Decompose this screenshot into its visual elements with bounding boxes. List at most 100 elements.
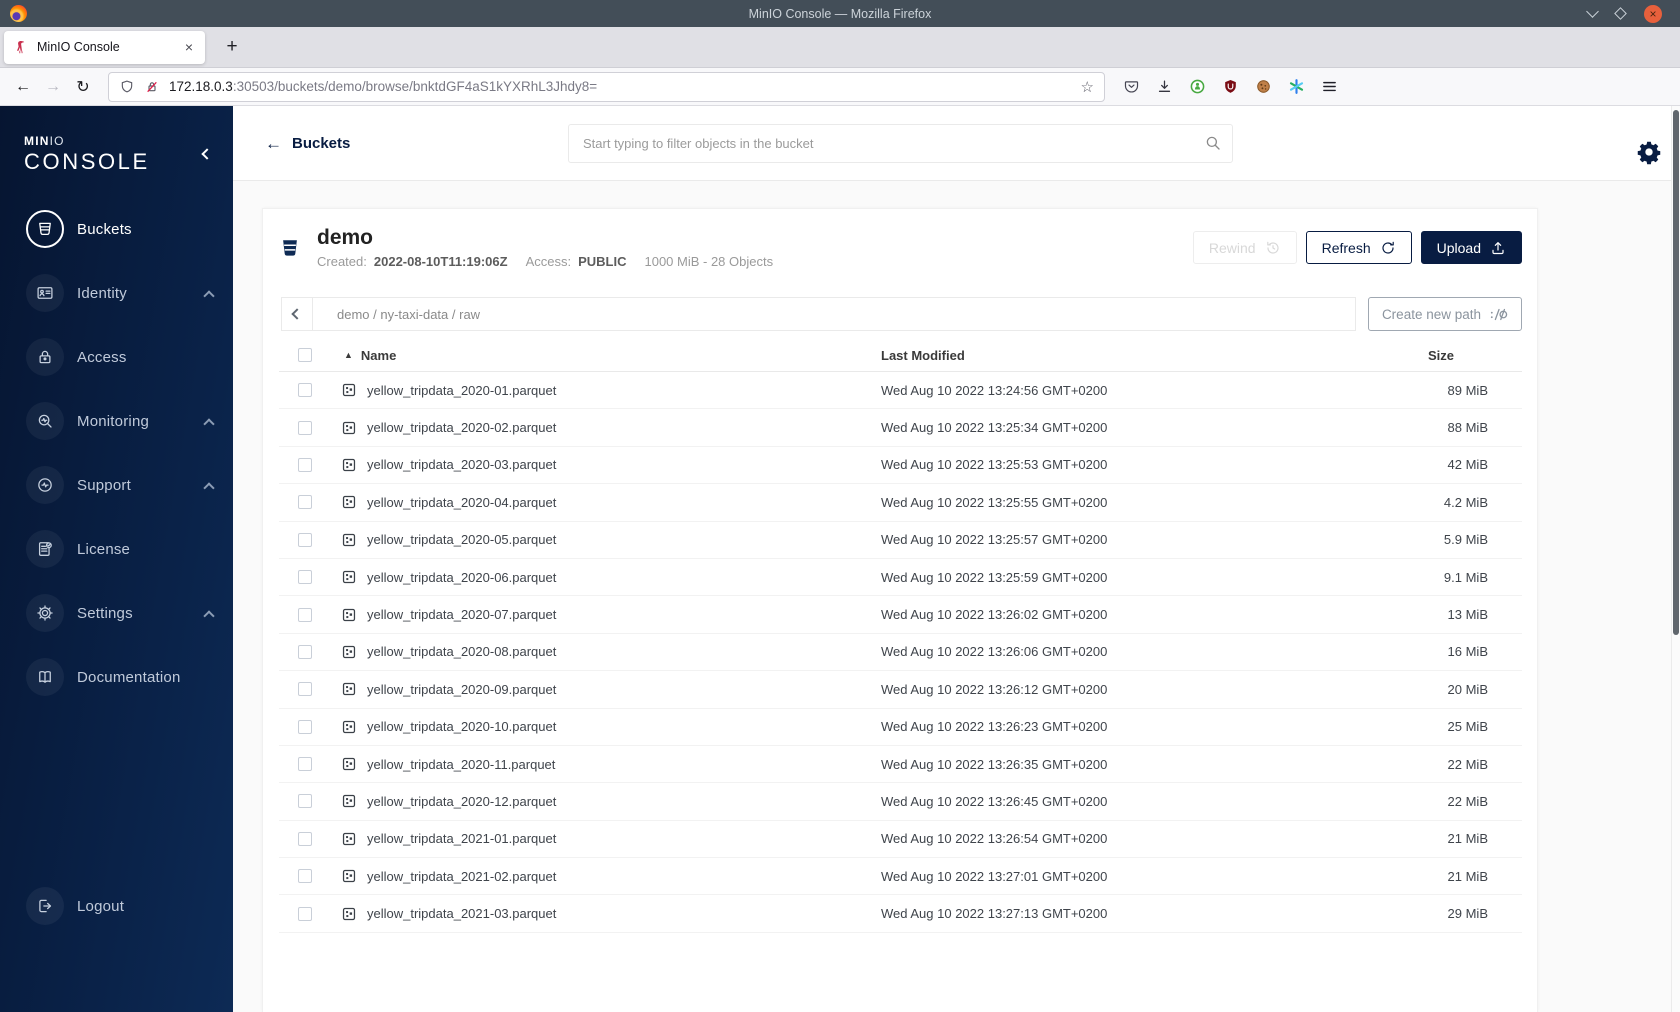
ublock-origin-icon[interactable] xyxy=(1222,78,1239,95)
row-checkbox[interactable] xyxy=(298,719,312,734)
object-name[interactable]: yellow_tripdata_2021-03.parquet xyxy=(367,906,556,921)
object-name[interactable]: yellow_tripdata_2020-02.parquet xyxy=(367,420,556,435)
breadcrumb[interactable]: demo / ny-taxi-data / raw xyxy=(313,307,480,322)
browser-tab[interactable]: MinIO Console × xyxy=(4,30,205,64)
upload-button[interactable]: Upload xyxy=(1420,231,1522,264)
path-back-button[interactable] xyxy=(282,298,313,330)
object-row[interactable]: yellow_tripdata_2020-02.parquet Wed Aug … xyxy=(279,409,1522,447)
object-row[interactable]: yellow_tripdata_2020-04.parquet Wed Aug … xyxy=(279,484,1522,522)
window-close-button[interactable]: × xyxy=(1644,4,1662,23)
sidebar-item-buckets[interactable]: Buckets xyxy=(0,197,233,261)
object-row[interactable]: yellow_tripdata_2020-07.parquet Wed Aug … xyxy=(279,596,1522,634)
column-header-modified[interactable]: Last Modified xyxy=(881,348,1425,363)
object-name[interactable]: yellow_tripdata_2020-12.parquet xyxy=(367,794,556,809)
sidebar-item-logout[interactable]: Logout xyxy=(0,874,233,938)
object-row[interactable]: yellow_tripdata_2020-06.parquet Wed Aug … xyxy=(279,559,1522,597)
row-checkbox[interactable] xyxy=(298,757,312,772)
cookie-extension-icon[interactable] xyxy=(1255,78,1272,95)
url-text[interactable]: 172.18.0.3:30503/buckets/demo/browse/bnk… xyxy=(169,79,1072,94)
tracking-shield-icon[interactable] xyxy=(119,79,135,95)
created-value: 2022-08-10T11:19:06Z xyxy=(373,254,508,270)
menu-hamburger-icon[interactable] xyxy=(1321,78,1338,95)
object-row[interactable]: yellow_tripdata_2020-01.parquet Wed Aug … xyxy=(279,372,1522,410)
row-checkbox[interactable] xyxy=(298,869,312,884)
object-name[interactable]: yellow_tripdata_2021-02.parquet xyxy=(367,869,556,884)
extension-asterisk-icon[interactable] xyxy=(1288,78,1305,95)
object-row[interactable]: yellow_tripdata_2020-03.parquet Wed Aug … xyxy=(279,447,1522,485)
sidebar-item-license[interactable]: License xyxy=(0,517,233,581)
row-checkbox[interactable] xyxy=(298,682,312,697)
forward-button[interactable]: → xyxy=(38,73,68,101)
create-new-path-button[interactable]: Create new path xyxy=(1367,297,1522,331)
row-checkbox[interactable] xyxy=(298,570,312,585)
object-name[interactable]: yellow_tripdata_2020-05.parquet xyxy=(367,532,556,547)
row-checkbox[interactable] xyxy=(298,383,312,398)
sidebar-item-identity[interactable]: Identity xyxy=(0,261,233,325)
chevron-up-icon[interactable] xyxy=(203,289,215,302)
object-name[interactable]: yellow_tripdata_2020-08.parquet xyxy=(367,644,556,659)
object-row[interactable]: yellow_tripdata_2020-11.parquet Wed Aug … xyxy=(279,746,1522,784)
scrollbar-thumb[interactable] xyxy=(1673,110,1679,635)
object-name[interactable]: yellow_tripdata_2020-09.parquet xyxy=(367,682,556,697)
sort-asc-icon[interactable]: ▲ xyxy=(344,350,353,360)
sidebar-item-support[interactable]: Support xyxy=(0,453,233,517)
page-scrollbar[interactable] xyxy=(1671,106,1680,1012)
column-header-name[interactable]: Name xyxy=(361,348,396,363)
downloads-icon[interactable] xyxy=(1156,78,1173,95)
refresh-button[interactable]: Refresh xyxy=(1305,231,1412,264)
chevron-up-icon[interactable] xyxy=(203,609,215,622)
object-row[interactable]: yellow_tripdata_2020-10.parquet Wed Aug … xyxy=(279,709,1522,746)
new-tab-button[interactable]: + xyxy=(217,32,247,62)
object-name[interactable]: yellow_tripdata_2020-01.parquet xyxy=(367,383,556,398)
row-checkbox[interactable] xyxy=(298,644,312,659)
sidebar-item-access[interactable]: Access xyxy=(0,325,233,389)
row-checkbox[interactable] xyxy=(298,906,312,921)
sidebar-item-monitoring[interactable]: Monitoring xyxy=(0,389,233,453)
object-row[interactable]: yellow_tripdata_2021-01.parquet Wed Aug … xyxy=(279,821,1522,859)
privacy-badger-icon[interactable] xyxy=(1189,78,1206,95)
insecure-lock-icon[interactable] xyxy=(144,79,160,95)
object-row[interactable]: yellow_tripdata_2021-02.parquet Wed Aug … xyxy=(279,858,1522,896)
bookmark-star-icon[interactable]: ☆ xyxy=(1081,78,1094,96)
row-checkbox[interactable] xyxy=(298,607,312,622)
object-row[interactable]: yellow_tripdata_2020-05.parquet Wed Aug … xyxy=(279,522,1522,559)
object-name[interactable]: yellow_tripdata_2020-10.parquet xyxy=(367,719,556,734)
window-minimize-icon[interactable] xyxy=(1586,5,1599,18)
object-name[interactable]: yellow_tripdata_2021-01.parquet xyxy=(367,831,556,846)
object-row[interactable]: yellow_tripdata_2021-03.parquet Wed Aug … xyxy=(279,895,1522,933)
object-name[interactable]: yellow_tripdata_2020-06.parquet xyxy=(367,570,556,585)
object-last-modified: Wed Aug 10 2022 13:26:06 GMT+0200 xyxy=(881,644,1108,660)
console-settings-gear-icon[interactable] xyxy=(1636,139,1662,165)
back-to-buckets-link[interactable]: ← Buckets xyxy=(265,135,350,152)
chevron-up-icon[interactable] xyxy=(203,417,215,430)
sidebar-item-settings[interactable]: Settings xyxy=(0,581,233,645)
sidebar-collapse-button[interactable] xyxy=(197,144,217,164)
select-all-checkbox[interactable] xyxy=(298,348,312,362)
row-checkbox[interactable] xyxy=(298,532,312,547)
object-row[interactable]: yellow_tripdata_2020-08.parquet Wed Aug … xyxy=(279,634,1522,672)
rewind-button[interactable]: Rewind xyxy=(1192,231,1297,264)
back-button[interactable]: ← xyxy=(8,73,38,101)
chevron-up-icon[interactable] xyxy=(203,481,215,494)
pocket-icon[interactable] xyxy=(1123,78,1140,95)
object-name[interactable]: yellow_tripdata_2020-11.parquet xyxy=(367,757,555,772)
object-row[interactable]: yellow_tripdata_2020-12.parquet Wed Aug … xyxy=(279,783,1522,821)
object-name[interactable]: yellow_tripdata_2020-04.parquet xyxy=(367,495,556,510)
reload-button[interactable]: ↻ xyxy=(68,73,98,101)
access-value[interactable]: PUBLIC xyxy=(578,254,626,269)
search-input[interactable] xyxy=(568,124,1233,163)
column-header-size[interactable]: Size xyxy=(1425,348,1522,363)
row-checkbox[interactable] xyxy=(298,831,312,846)
tab-close-icon[interactable]: × xyxy=(179,37,199,57)
sidebar-item-documentation[interactable]: Documentation xyxy=(0,645,233,709)
window-maximize-icon[interactable] xyxy=(1614,7,1627,20)
row-checkbox[interactable] xyxy=(298,495,312,510)
rewind-label: Rewind xyxy=(1208,239,1256,256)
row-checkbox[interactable] xyxy=(298,794,312,809)
object-name[interactable]: yellow_tripdata_2020-07.parquet xyxy=(367,607,556,622)
object-name[interactable]: yellow_tripdata_2020-03.parquet xyxy=(367,457,556,472)
object-row[interactable]: yellow_tripdata_2020-09.parquet Wed Aug … xyxy=(279,671,1522,709)
url-bar[interactable]: 172.18.0.3:30503/buckets/demo/browse/bnk… xyxy=(108,71,1105,102)
row-checkbox[interactable] xyxy=(298,457,312,472)
row-checkbox[interactable] xyxy=(298,420,312,435)
